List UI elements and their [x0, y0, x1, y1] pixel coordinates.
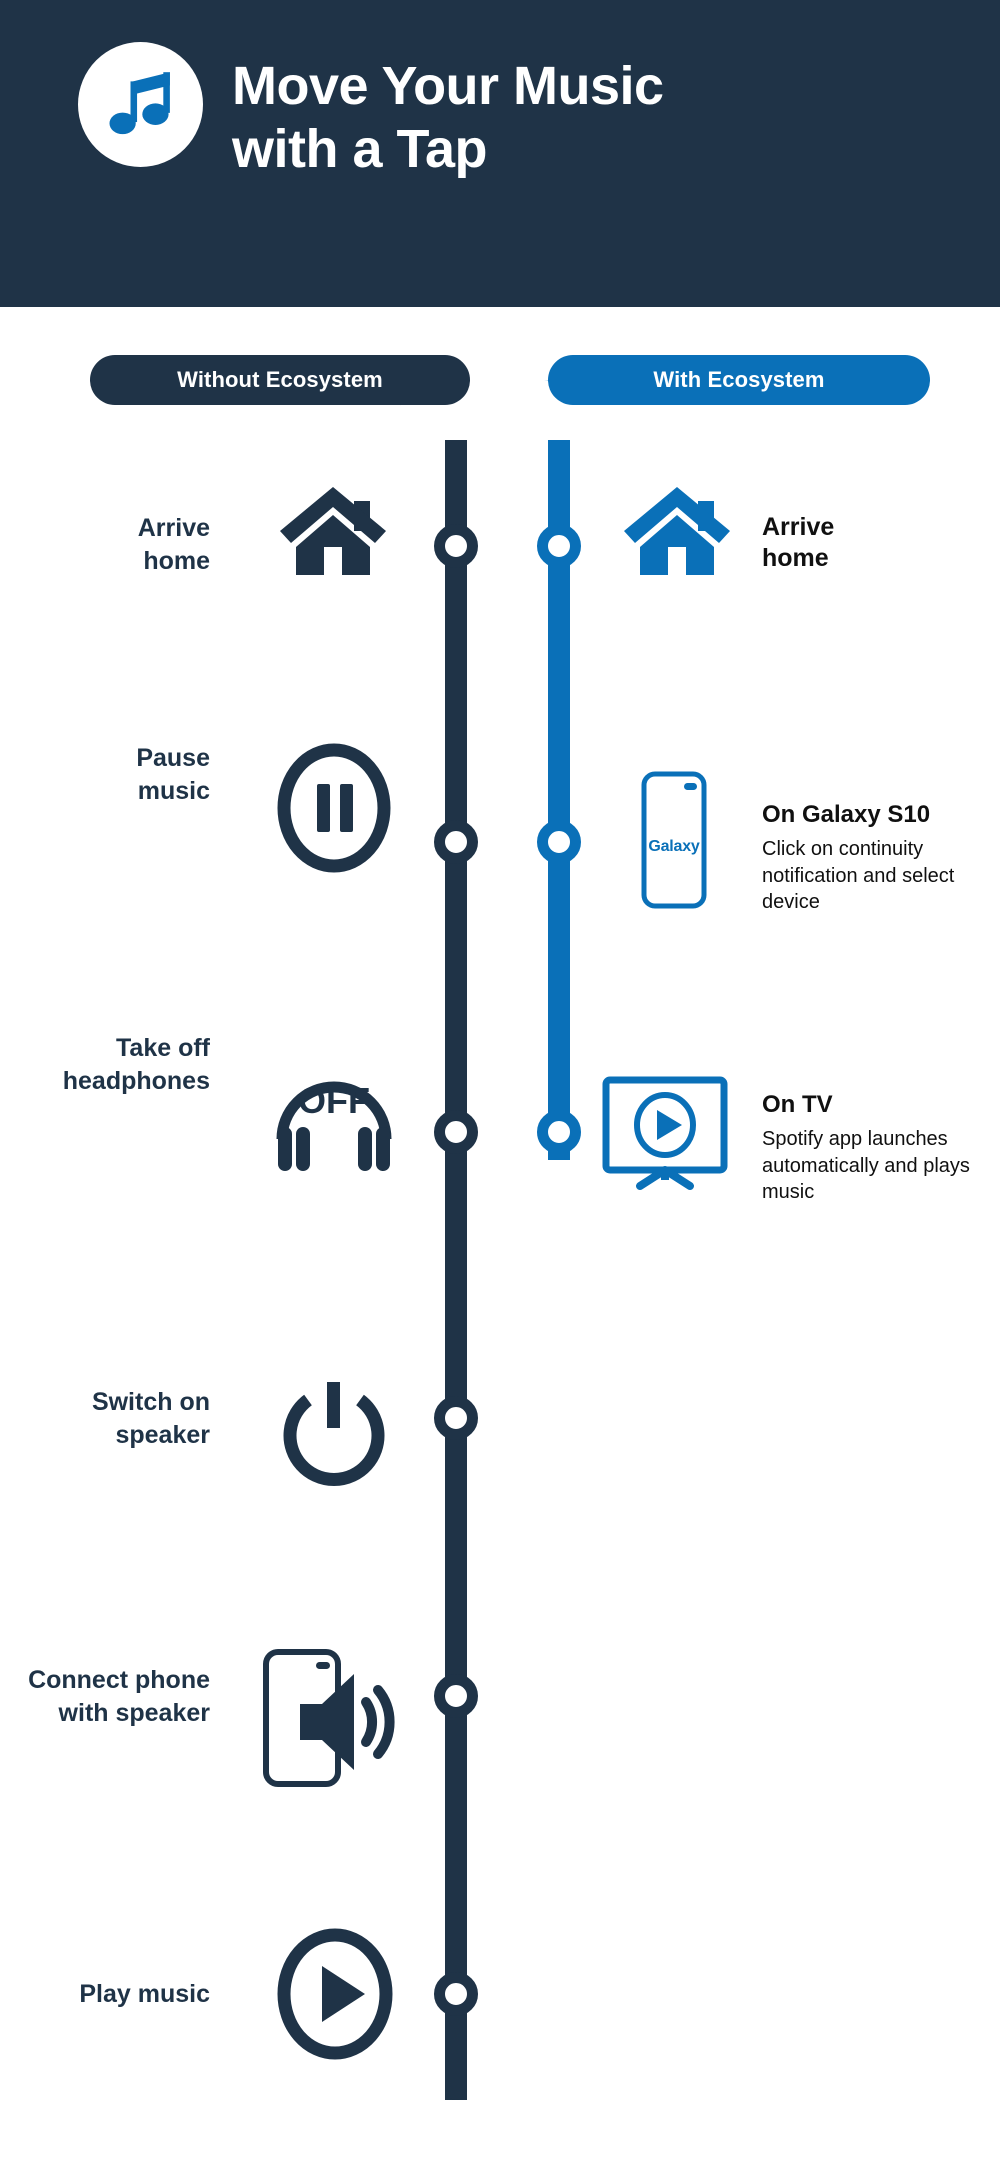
column-header-right-label: With Ecosystem [653, 367, 825, 392]
step-label-arrive-home: Arrive home [40, 512, 210, 577]
headphones-off-icon: OFF [272, 1065, 396, 1173]
timeline-line-right [548, 380, 570, 1160]
step-label-line-2: home [143, 546, 210, 575]
house-icon [278, 485, 388, 577]
step-title: On TV [762, 1091, 833, 1118]
page-title: Move Your Music with a Tap [232, 55, 972, 180]
step-label-pause-music: Pause music [40, 742, 210, 807]
power-icon [282, 1378, 386, 1490]
timeline-line-left-cap [445, 2078, 467, 2100]
column-header-with-ecosystem: With Ecosystem [548, 355, 930, 405]
timeline-node-right-3 [537, 1110, 581, 1154]
music-note-icon [99, 63, 183, 147]
music-badge [78, 42, 203, 167]
step-text-arrive-home-right: Arrive home [762, 512, 834, 575]
timeline-node-left-5 [434, 1674, 478, 1718]
step-title: On Galaxy S10 [762, 801, 931, 828]
tv-play-icon [600, 1076, 730, 1192]
step-label-take-off-headphones: Take off headphones [10, 1032, 210, 1097]
step-text-on-galaxy-s10: On Galaxy S10 Click on continuity notifi… [762, 800, 988, 916]
step-label-line-1: Connect phone [28, 1666, 210, 1694]
step-label-line-1: Play music [79, 1980, 210, 2008]
phone-speaker-icon [262, 1648, 402, 1788]
step-text-on-tv: On TV Spotify app launches automatically… [762, 1090, 1000, 1206]
column-header-without-ecosystem: Without Ecosystem [90, 355, 470, 405]
step-label-line-1: Arrive [137, 514, 210, 542]
timeline-line-left [445, 380, 467, 2100]
pause-circle-icon [277, 743, 391, 873]
page-title-line-1: Move Your Music [232, 56, 664, 116]
step-label-line-1: Switch on [91, 1388, 210, 1416]
step-title: Arrive [762, 513, 835, 541]
step-label-line-1: Take off [116, 1034, 210, 1062]
step-label-line-2: headphones [62, 1066, 210, 1095]
step-label-switch-on-speaker: Switch on speaker [20, 1386, 210, 1451]
step-body: Click on continuity notification and sel… [762, 838, 955, 914]
infographic-page: Move Your Music with a Tap Without Ecosy… [0, 0, 1000, 2158]
step-label-connect-phone-with-speaker: Connect phone with speaker [0, 1664, 210, 1729]
page-title-line-2: with a Tap [232, 118, 488, 179]
header-banner: Move Your Music with a Tap [0, 0, 1000, 307]
timeline-node-left-2 [434, 820, 478, 864]
step-title-line-2: home [762, 544, 829, 573]
column-header-left-label: Without Ecosystem [177, 367, 383, 392]
timeline-node-right-1 [537, 524, 581, 568]
step-label-line-2: with speaker [58, 1698, 210, 1727]
timeline-node-left-6 [434, 1972, 478, 2016]
timeline-node-left-3 [434, 1110, 478, 1154]
house-icon [622, 485, 732, 577]
timeline-node-right-2 [537, 820, 581, 864]
timeline-node-left-1 [434, 524, 478, 568]
galaxy-phone-label: Galaxy [648, 838, 700, 855]
play-circle-icon [277, 1926, 393, 2062]
headphones-off-label: OFF [298, 1080, 370, 1121]
step-label-line-2: speaker [115, 1420, 210, 1449]
timeline-node-left-4 [434, 1396, 478, 1440]
step-label-play-music: Play music [20, 1978, 210, 2011]
step-label-line-2: music [137, 776, 210, 805]
step-label-line-1: Pause [136, 744, 210, 772]
step-body: Spotify app launches automatically and p… [762, 1128, 970, 1204]
